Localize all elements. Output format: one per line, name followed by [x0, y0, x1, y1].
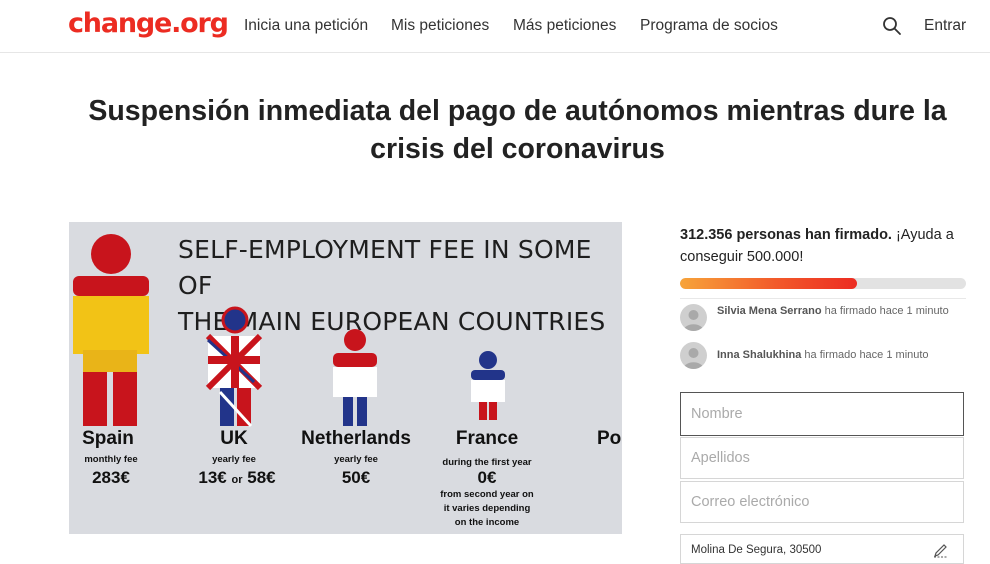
change-org-logo[interactable]: change.org — [68, 8, 229, 39]
signature-progress-bar — [680, 278, 966, 289]
spain-period: monthly fee — [84, 454, 138, 465]
first-name-input[interactable] — [680, 392, 964, 436]
divider — [680, 298, 966, 299]
signer-name: Silvia Mena Serrano — [717, 305, 822, 317]
signature-count-number: 312.356 personas han firmado. — [680, 227, 892, 243]
uk-fee-low: 13€ — [198, 468, 227, 487]
netherlands-period: yearly fee — [334, 454, 378, 465]
uk-fee: 13€ or 58€ — [177, 468, 297, 488]
country-label-netherlands: Netherlands — [301, 428, 411, 449]
top-navigation-bar: change.org Inicia una petición Mis petic… — [0, 0, 990, 53]
petition-title: Suspensión inmediata del pago de autónom… — [40, 92, 990, 168]
signer-action: ha firmado hace 1 minuto — [821, 305, 949, 317]
france-figure — [471, 351, 505, 420]
france-note-line-1: from second year on — [440, 489, 534, 500]
country-label-france: France — [455, 428, 519, 449]
email-input[interactable] — [680, 481, 964, 523]
france-period: during the first year — [442, 457, 532, 468]
petition-title-line-1: Suspensión inmediata del pago de autónom… — [88, 95, 947, 127]
uk-period: yearly fee — [212, 454, 256, 465]
login-link[interactable]: Entrar — [924, 17, 966, 35]
signature-progress-fill — [680, 278, 858, 289]
signer-name: Inna Shalukhina — [717, 349, 802, 361]
location-text: Molina De Segura, 30500 — [691, 544, 822, 556]
nav-start-petition[interactable]: Inicia una petición — [244, 17, 368, 35]
netherlands-figure — [333, 329, 377, 426]
spain-fee: 283€ — [92, 468, 130, 487]
avatar — [680, 342, 707, 369]
uk-figure — [205, 306, 263, 428]
petition-image: SELF-EMPLOYMENT FEE IN SOME OF THE MAIN … — [69, 222, 622, 534]
nav-partner-program[interactable]: Programa de socios — [640, 17, 778, 35]
country-label-uk: UK — [220, 428, 248, 449]
france-note-line-2: it varies depending — [443, 503, 531, 514]
uk-fee-or: or — [231, 474, 243, 486]
nav-my-petitions[interactable]: Mis peticiones — [391, 17, 489, 35]
signer-action: ha firmado hace 1 minuto — [801, 349, 929, 361]
nav-browse-petitions[interactable]: Más peticiones — [513, 17, 616, 35]
spain-figure — [73, 234, 149, 426]
country-label-spain: Spain — [82, 428, 134, 449]
signer-text: Silvia Mena Serrano ha firmado hace 1 mi… — [717, 304, 967, 319]
uk-fee-high: 58€ — [247, 468, 276, 487]
petition-title-line-2: crisis del coronavirus — [370, 133, 665, 165]
signer-text: Inna Shalukhina ha firmado hace 1 minuto — [717, 348, 967, 363]
france-note: from second year on it varies depending … — [419, 488, 555, 530]
france-fee: 0€ — [477, 468, 497, 487]
netherlands-fee: 50€ — [341, 468, 371, 487]
search-icon[interactable] — [882, 16, 902, 36]
user-avatar-icon — [683, 310, 704, 331]
avatar — [680, 304, 707, 331]
user-avatar-icon — [683, 348, 704, 369]
last-name-input[interactable] — [680, 437, 964, 479]
signature-count: 312.356 personas han firmado. ¡Ayuda a c… — [680, 224, 980, 268]
france-note-line-3: on the income — [454, 517, 520, 528]
country-label-partial: Po — [597, 428, 622, 449]
location-field[interactable]: Molina De Segura, 30500 — [680, 534, 964, 564]
